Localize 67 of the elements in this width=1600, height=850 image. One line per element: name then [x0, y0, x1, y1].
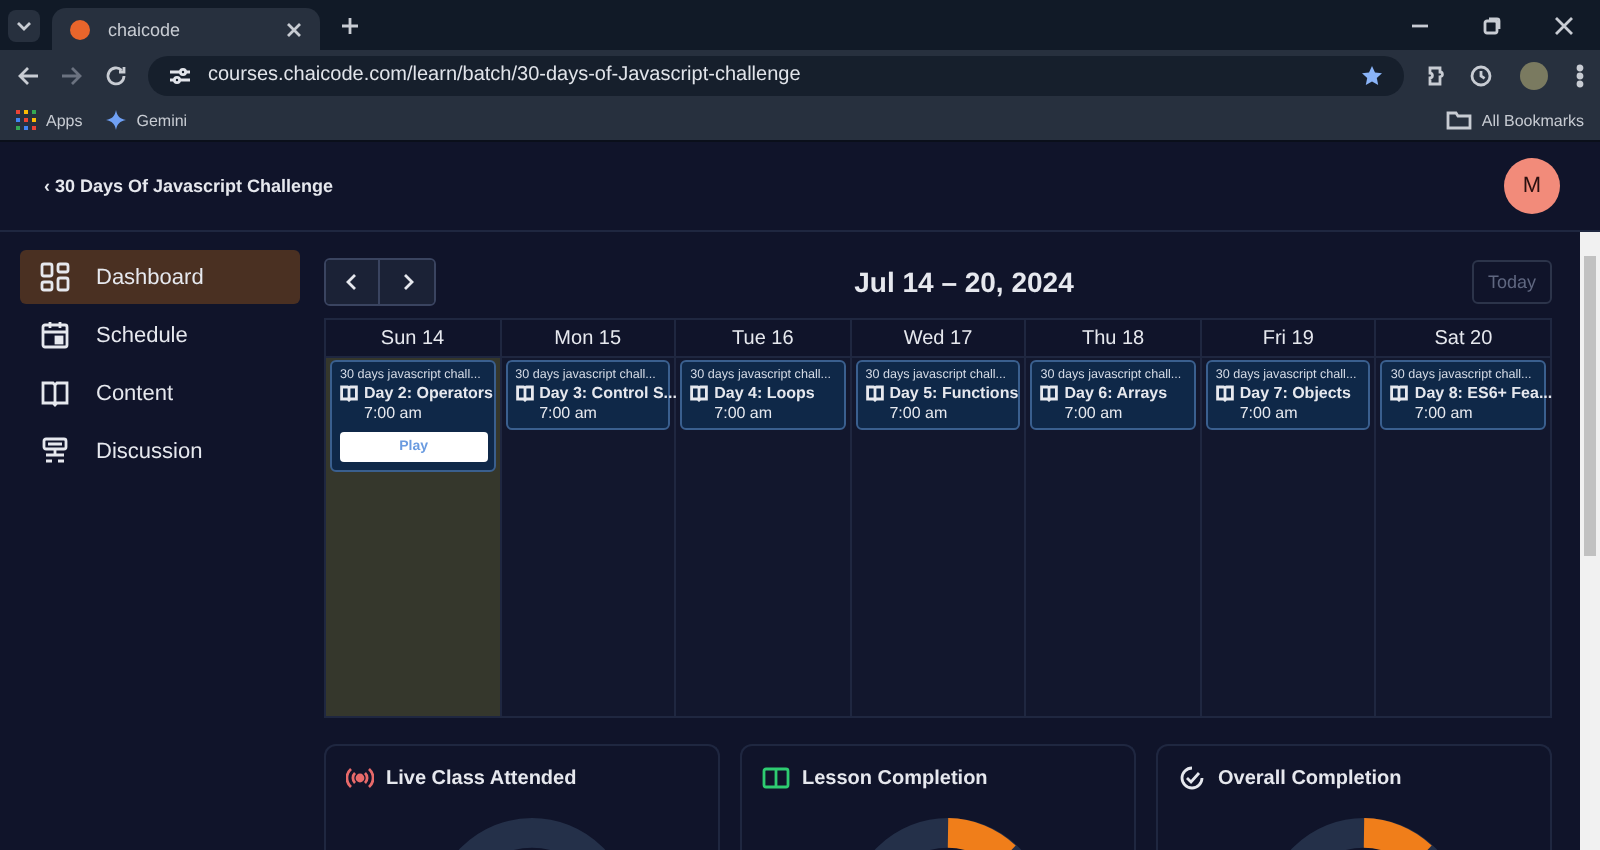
scrollbar[interactable]: [1580, 232, 1600, 850]
history-icon: [1468, 63, 1492, 87]
puzzle-icon: [1424, 63, 1448, 87]
book-icon: [1215, 384, 1234, 402]
star-icon: [1360, 63, 1384, 87]
tab-title: chaicode: [108, 19, 183, 39]
book-icon: [40, 378, 70, 408]
scrollbar-thumb[interactable]: [1584, 256, 1596, 556]
tab-list-button[interactable]: [8, 9, 40, 41]
dashboard-icon: [40, 262, 70, 292]
grid-icon: [16, 110, 36, 130]
address-bar[interactable]: courses.chaicode.com/learn/batch/30-days-of-Javascript-challenge: [148, 55, 1404, 95]
book-icon: [762, 766, 790, 790]
event-time: 7:00 am: [1237, 404, 1300, 422]
event-time: 7:00 am: [362, 404, 424, 422]
event-time: 7:00 am: [1062, 404, 1125, 422]
sparkle-icon: [106, 110, 127, 130]
chevron-left-icon: [342, 271, 362, 291]
calendar-icon: [40, 320, 70, 350]
stat-title: Overall Completion: [1218, 767, 1402, 789]
lesson-title: Day 2: Operators: [364, 384, 493, 402]
site-icon: [68, 17, 92, 41]
week-title: Jul 14 – 20, 2024: [852, 265, 1076, 297]
lesson-title: Day 3: Control S...: [539, 384, 677, 402]
event-time: 7:00 am: [1412, 404, 1475, 422]
stat-title: Lesson Completion: [802, 767, 988, 789]
back-arrow-icon: [16, 63, 40, 87]
book-icon: [690, 384, 709, 402]
previous-week-button[interactable]: [326, 259, 380, 303]
reload-icon: [104, 63, 128, 87]
restore-icon: [1482, 15, 1502, 35]
browser-tab[interactable]: chaicode: [52, 8, 320, 50]
forum-icon: [40, 436, 70, 466]
event-time: 7:00 am: [887, 404, 950, 422]
book-icon: [340, 384, 358, 402]
lesson-title: Day 5: Functions: [889, 384, 1019, 402]
book-icon: [1390, 384, 1409, 402]
bookmark[interactable]: Gemini: [106, 110, 188, 130]
profile-avatar[interactable]: [1520, 61, 1548, 89]
stat-title: Live Class Attended: [386, 767, 577, 789]
lesson-title: Day 7: Objects: [1239, 384, 1351, 402]
user-avatar[interactable]: M: [1504, 158, 1560, 214]
sidebar-item[interactable]: Schedule: [20, 308, 300, 362]
back-link[interactable]: ‹ 30 Days Of Javascript Challenge: [44, 176, 334, 196]
folder-icon: [1445, 110, 1472, 130]
plus-icon: [340, 15, 360, 35]
book-icon: [1040, 384, 1059, 402]
book-icon: [515, 384, 534, 402]
bookmark[interactable]: Apps: [16, 110, 83, 130]
bookmark[interactable]: All Bookmarks: [1445, 110, 1584, 130]
book-icon: [865, 384, 884, 402]
sidebar-item[interactable]: Dashboard: [20, 250, 300, 304]
tune-icon: [168, 63, 192, 87]
broadcast-icon: [346, 766, 374, 790]
next-week-button[interactable]: [380, 259, 434, 303]
event-time: 7:00 am: [712, 404, 775, 422]
close-icon: [284, 19, 304, 39]
url-text: courses.chaicode.com/learn/batch/30-days-of-Javascript-challenge: [208, 64, 801, 86]
sidebar-item[interactable]: Content: [20, 366, 300, 420]
sidebar-item[interactable]: Discussion: [20, 424, 300, 478]
close-icon: [1554, 15, 1574, 35]
forward-arrow-icon: [60, 63, 84, 87]
lesson-title: Day 6: Arrays: [1064, 384, 1168, 402]
check-circle-icon: [1178, 766, 1206, 790]
event-time: 7:00 am: [537, 404, 599, 422]
lesson-title: Day 4: Loops: [714, 384, 815, 402]
more-icon: [1576, 63, 1584, 87]
